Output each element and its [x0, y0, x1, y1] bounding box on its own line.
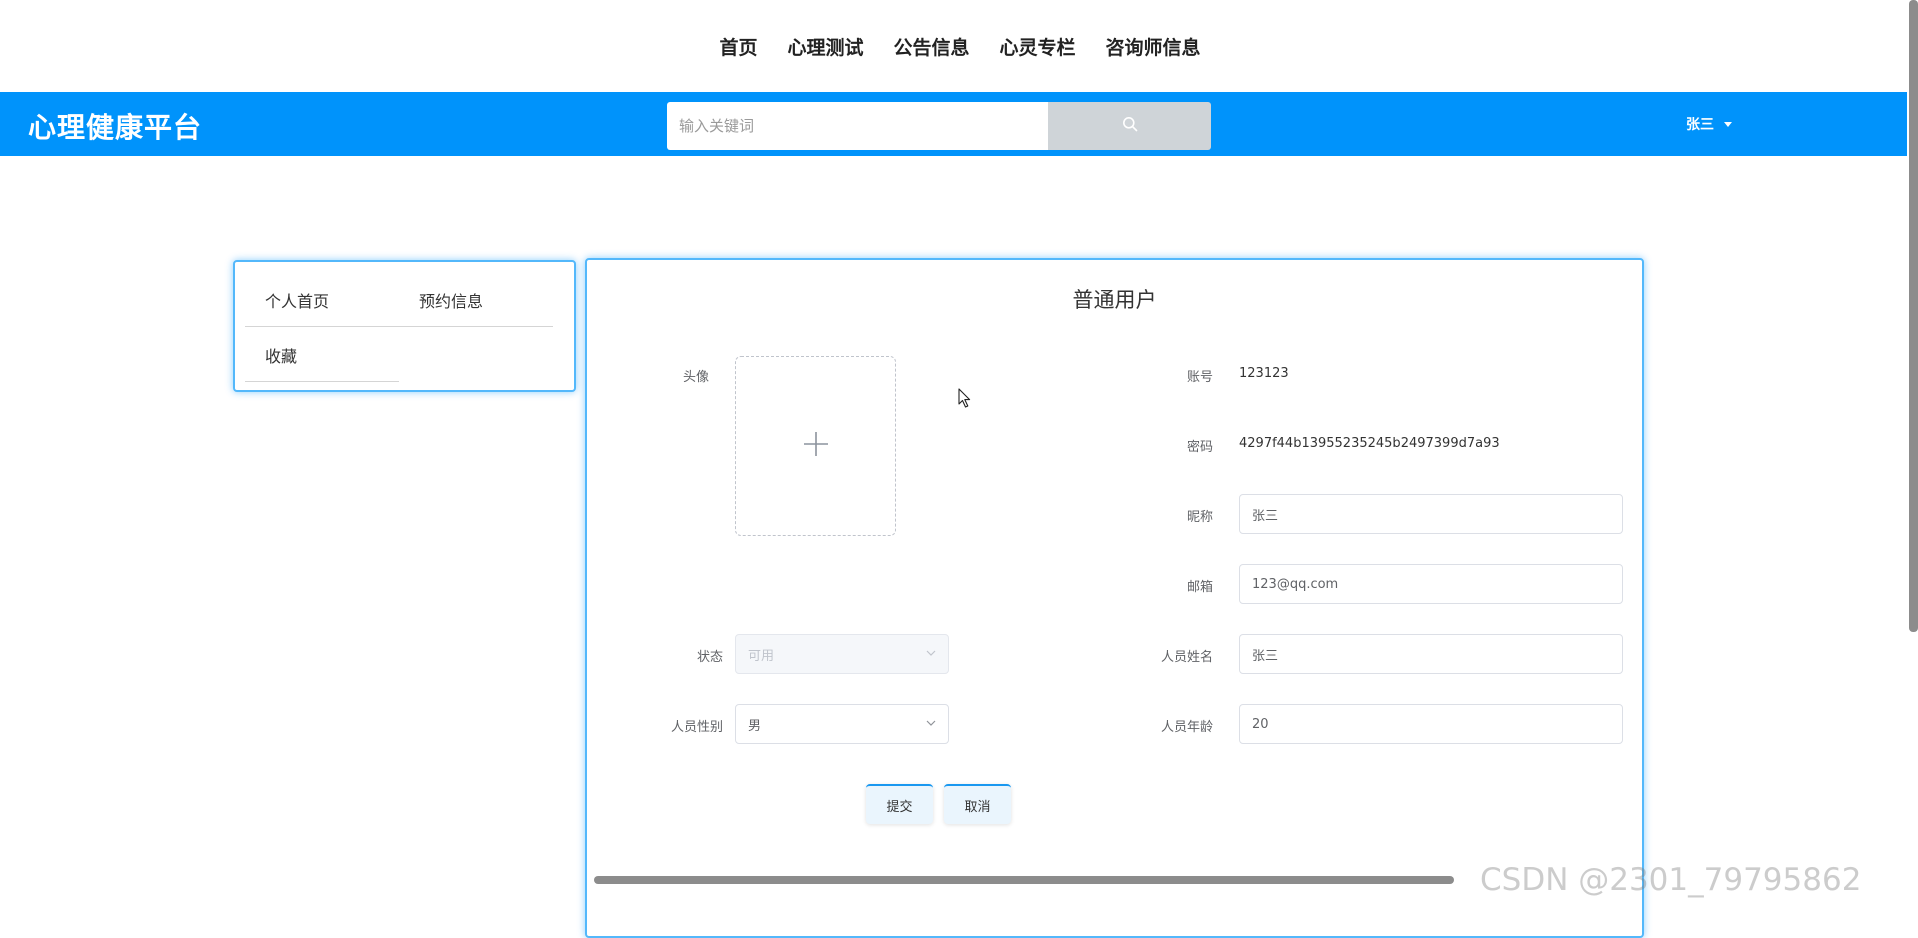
- nickname-field[interactable]: [1239, 494, 1623, 534]
- watermark: CSDN @2301_79795862: [1480, 862, 1862, 898]
- mouse-cursor-icon: [958, 388, 972, 412]
- avatar-label: 头像: [682, 370, 709, 385]
- account-value: 123123: [1239, 366, 1289, 381]
- gender-select[interactable]: 男: [735, 704, 949, 744]
- nav-item-announcements[interactable]: 公告信息: [893, 33, 969, 60]
- email-label: 邮箱: [1186, 580, 1213, 595]
- password-label: 密码: [1186, 440, 1213, 455]
- gender-value: 男: [748, 718, 762, 734]
- divider: [245, 381, 399, 382]
- name-label: 人员姓名: [1160, 650, 1213, 665]
- password-value: 4297f44b13955235245b2497399d7a93: [1239, 436, 1500, 451]
- username: 张三: [1686, 117, 1714, 133]
- header-bar: 心理健康平台 张三: [0, 92, 1907, 156]
- horizontal-scrollbar[interactable]: [594, 876, 1454, 884]
- search-input[interactable]: [667, 102, 1048, 150]
- nav-item-home[interactable]: 首页: [719, 33, 757, 60]
- sidebar-item-appointments[interactable]: 预约信息: [419, 288, 483, 312]
- chevron-down-icon: [1724, 121, 1732, 127]
- avatar-upload[interactable]: [735, 356, 896, 536]
- vertical-scrollbar[interactable]: [1909, 0, 1918, 632]
- nav-item-counselors[interactable]: 咨询师信息: [1106, 33, 1201, 60]
- plus-icon: [802, 430, 830, 462]
- search-icon: [1122, 116, 1138, 136]
- brand-title[interactable]: 心理健康平台: [28, 106, 202, 146]
- status-select: 可用: [735, 634, 949, 674]
- profile-form-card: 普通用户 头像 账号 123123 密码 4297f44b13955235245…: [585, 258, 1644, 938]
- status-label: 状态: [696, 650, 723, 665]
- divider: [245, 326, 553, 327]
- chevron-down-icon: [926, 717, 936, 732]
- top-nav: 首页 心理测试 公告信息 心灵专栏 咨询师信息: [0, 0, 1900, 92]
- status-value: 可用: [748, 648, 775, 664]
- cancel-button[interactable]: 取消: [944, 784, 1011, 824]
- sidebar-item-favorites[interactable]: 收藏: [265, 343, 297, 367]
- nickname-label: 昵称: [1186, 510, 1213, 525]
- age-label: 人员年龄: [1160, 720, 1213, 735]
- search-button[interactable]: [1048, 102, 1211, 150]
- gender-label: 人员性别: [670, 720, 723, 735]
- submit-button[interactable]: 提交: [866, 784, 933, 824]
- user-menu[interactable]: 张三: [1686, 114, 1732, 134]
- sidebar-menu: 个人首页 预约信息 收藏: [233, 260, 576, 392]
- nav-item-psych-test[interactable]: 心理测试: [787, 33, 863, 60]
- email-field[interactable]: [1239, 564, 1623, 604]
- chevron-down-icon: [926, 647, 936, 662]
- account-label: 账号: [1186, 370, 1213, 385]
- page-title: 普通用户: [1072, 288, 1157, 312]
- sidebar-item-profile[interactable]: 个人首页: [265, 288, 329, 312]
- nav-item-mind-column[interactable]: 心灵专栏: [1000, 33, 1076, 60]
- age-field[interactable]: [1239, 704, 1623, 744]
- name-field[interactable]: [1239, 634, 1623, 674]
